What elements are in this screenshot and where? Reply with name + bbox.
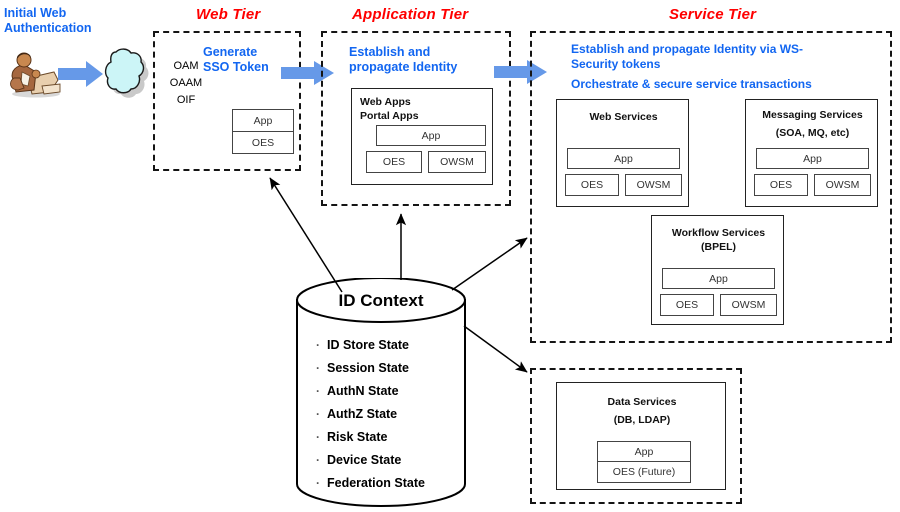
app-tier-heading-line1: Establish and bbox=[349, 45, 431, 59]
service-tier-heading-line2: Security tokens bbox=[571, 56, 661, 71]
id-context-title: ID Context bbox=[338, 291, 424, 310]
product-oif: OIF bbox=[176, 94, 196, 106]
bullet-icon: · bbox=[316, 361, 320, 375]
data-services-group: Data Services (DB, LDAP) App OES (Future… bbox=[556, 382, 726, 490]
bullet-icon: · bbox=[316, 338, 320, 352]
diagram-canvas: Initial Web Authentication Web Tier Gene… bbox=[0, 0, 900, 512]
workflow-services-oes-chip: OES bbox=[660, 294, 714, 316]
web-tier-app-stack: App OES bbox=[232, 109, 294, 155]
blue-arrow-right-icon-user-to-cloud bbox=[58, 60, 104, 88]
cloud-icon bbox=[104, 48, 156, 104]
web-services-title-line1: Web Services bbox=[589, 111, 658, 123]
bullet-icon: · bbox=[316, 476, 320, 490]
app-tier-owsm-chip: OWSM bbox=[428, 151, 486, 173]
bullet-icon: · bbox=[316, 430, 320, 444]
web-services-group: Web Services App OES OWSM bbox=[556, 99, 689, 207]
data-services-oes-future-chip: OES (Future) bbox=[597, 461, 691, 483]
web-tier-products: OAM OAAM OIF bbox=[163, 58, 209, 109]
data-services-app-chip: App bbox=[597, 441, 691, 462]
web-services-owsm-chip: OWSM bbox=[625, 174, 682, 196]
workflow-services-owsm-chip: OWSM bbox=[720, 294, 777, 316]
app-tier-app-chip: App bbox=[376, 125, 486, 146]
messaging-services-title-line2: (SOA, MQ, etc) bbox=[775, 127, 850, 139]
messaging-services-group: Messaging Services (SOA, MQ, etc) App OE… bbox=[745, 99, 878, 207]
bullet-icon: · bbox=[316, 384, 320, 398]
web-services-oes-chip: OES bbox=[565, 174, 619, 196]
state-id-store: ID Store State bbox=[327, 338, 409, 352]
id-context-cylinder: ID Context · ID Store State · Session Stat… bbox=[294, 277, 468, 510]
workflow-services-title: Workflow Services (BPEL) bbox=[652, 226, 785, 254]
state-device: Device State bbox=[327, 453, 402, 467]
web-services-app-chip: App bbox=[567, 148, 680, 169]
list-item: · AuthZ State bbox=[316, 403, 425, 426]
id-context-state-list: · ID Store State · Session State · AuthN St… bbox=[316, 334, 425, 495]
messaging-services-title: Messaging Services (SOA, MQ, etc) bbox=[746, 108, 879, 140]
state-session: Session State bbox=[327, 361, 409, 375]
list-item: · AuthN State bbox=[316, 380, 425, 403]
workflow-services-title-line2: (BPEL) bbox=[701, 241, 736, 253]
messaging-services-app-chip: App bbox=[756, 148, 869, 169]
web-services-title: Web Services bbox=[557, 110, 690, 124]
bullet-icon: · bbox=[316, 407, 320, 421]
data-services-title: Data Services (DB, LDAP) bbox=[557, 395, 727, 427]
list-item: · Risk State bbox=[316, 426, 425, 449]
web-tier-oes-chip: OES bbox=[232, 131, 294, 154]
web-apps-title: Web Apps bbox=[360, 96, 411, 108]
web-tier-heading-line1: Generate bbox=[203, 45, 258, 59]
list-item: · Federation State bbox=[316, 472, 425, 495]
product-oaam: OAAM bbox=[169, 77, 203, 89]
service-tier-heading-2: Orchestrate & secure service transaction… bbox=[571, 77, 889, 92]
list-item: · Session State bbox=[316, 357, 425, 380]
app-tier-heading-line2: propagate Identity bbox=[349, 60, 458, 74]
messaging-services-title-line1: Messaging Services bbox=[762, 109, 863, 121]
list-item: · ID Store State bbox=[316, 334, 425, 357]
state-federation: Federation State bbox=[327, 476, 425, 490]
arrow-down-right-icon bbox=[463, 325, 528, 373]
service-tier-heading-line3: Orchestrate & secure service transaction… bbox=[571, 77, 812, 91]
product-oam: OAM bbox=[173, 60, 199, 72]
portal-apps-title: Portal Apps bbox=[360, 110, 419, 122]
initial-web-authentication-label: Initial Web Authentication bbox=[4, 6, 144, 36]
state-authn: AuthN State bbox=[327, 384, 399, 398]
web-portal-apps-title: Web Apps Portal Apps bbox=[360, 95, 419, 123]
messaging-services-oes-chip: OES bbox=[754, 174, 808, 196]
web-tier-app-chip: App bbox=[232, 109, 294, 132]
service-tier-title: Service Tier bbox=[669, 6, 757, 23]
web-tier-title: Web Tier bbox=[196, 6, 261, 23]
list-item: · Device State bbox=[316, 449, 425, 472]
initial-auth-line1: Initial Web bbox=[4, 6, 67, 20]
state-authz: AuthZ State bbox=[327, 407, 398, 421]
workflow-services-app-chip: App bbox=[662, 268, 775, 289]
bullet-icon: · bbox=[316, 453, 320, 467]
web-portal-apps-group: Web Apps Portal Apps App OES OWSM bbox=[351, 88, 493, 185]
messaging-services-owsm-chip: OWSM bbox=[814, 174, 871, 196]
application-tier-heading: Establish and propagate Identity bbox=[349, 45, 499, 75]
workflow-services-title-line1: Workflow Services bbox=[671, 227, 766, 239]
data-services-title-line1: Data Services bbox=[607, 396, 677, 408]
app-tier-oes-chip: OES bbox=[366, 151, 422, 173]
workflow-services-group: Workflow Services (BPEL) App OES OWSM bbox=[651, 215, 784, 325]
service-tier-heading-1: Establish and propagate Identity via WS-… bbox=[571, 42, 889, 71]
service-tier-heading-line1: Establish and propagate Identity via WS- bbox=[571, 42, 804, 56]
initial-auth-line2: Authentication bbox=[4, 21, 92, 35]
data-services-title-line2: (DB, LDAP) bbox=[613, 414, 671, 426]
person-icon bbox=[6, 50, 62, 98]
state-risk: Risk State bbox=[327, 430, 388, 444]
application-tier-title: Application Tier bbox=[352, 6, 469, 23]
